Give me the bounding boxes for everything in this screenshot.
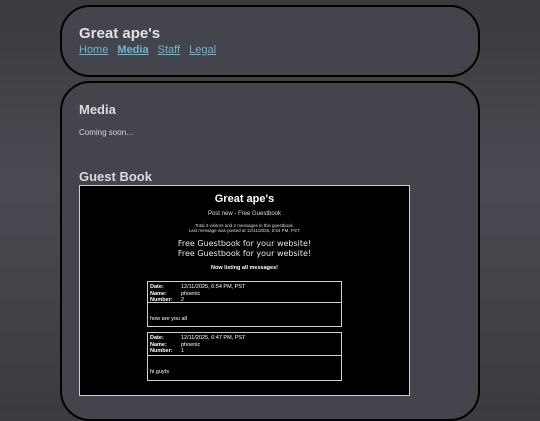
- nav-link-staff[interactable]: Staff: [158, 44, 180, 56]
- guestbook-heading: Guest Book: [79, 169, 152, 184]
- guestbook-ad-link[interactable]: Free Guestbook for your website!: [80, 239, 409, 248]
- entry-number: 1: [181, 348, 185, 354]
- nav-link-media[interactable]: Media: [117, 44, 148, 56]
- nav-link-legal[interactable]: Legal: [189, 44, 216, 56]
- guestbook-frame[interactable]: Great ape's Post new - Free Guestbook To…: [79, 185, 410, 396]
- media-heading: Media: [79, 102, 116, 117]
- content-panel: Media Coming soon... Guest Book Great ap…: [60, 81, 480, 421]
- main-nav: Home Media Staff Legal: [79, 44, 222, 56]
- entry-message: how are you all: [150, 316, 187, 322]
- guestbook-ad-link[interactable]: Free Guestbook for your website!: [80, 249, 409, 258]
- entry-meta: Date: 12/11/2025, 6:54 PM, PST Name: phoen…: [150, 284, 245, 304]
- guestbook-post-link[interactable]: Post new - Free Guestbook: [80, 211, 409, 217]
- header-panel: Great ape's Home Media Staff Legal: [60, 5, 480, 77]
- guestbook-site-name: Great ape's: [214, 193, 275, 205]
- entry-meta: Date: 12/11/2025, 6:47 PM, PST Name: phoen…: [150, 335, 245, 355]
- entry-message: hi guyts: [150, 369, 169, 375]
- entry-name: phoenic: [181, 290, 201, 297]
- entry-divider: [148, 355, 341, 356]
- entry-name: phoenic: [181, 341, 201, 348]
- site-title: Great ape's: [79, 25, 161, 42]
- media-text: Coming soon...: [79, 128, 133, 137]
- guestbook-listing-label: Now listing all messages!: [211, 265, 278, 271]
- nav-link-home[interactable]: Home: [79, 44, 108, 56]
- entry-divider: [148, 302, 341, 303]
- guestbook-entry: Date: 12/11/2025, 6:47 PM, PST Name: phoen…: [147, 332, 342, 381]
- entry-date: 12/11/2025, 6:47 PM, PST: [181, 335, 246, 341]
- guestbook-entry: Date: 12/11/2025, 6:54 PM, PST Name: phoen…: [147, 281, 342, 327]
- guestbook-last-message: Last message was posted at 12/11/2025, 6…: [188, 228, 301, 233]
- entry-number-label: Number:: [150, 348, 173, 354]
- entry-date: 12/11/2025, 6:54 PM, PST: [181, 284, 246, 290]
